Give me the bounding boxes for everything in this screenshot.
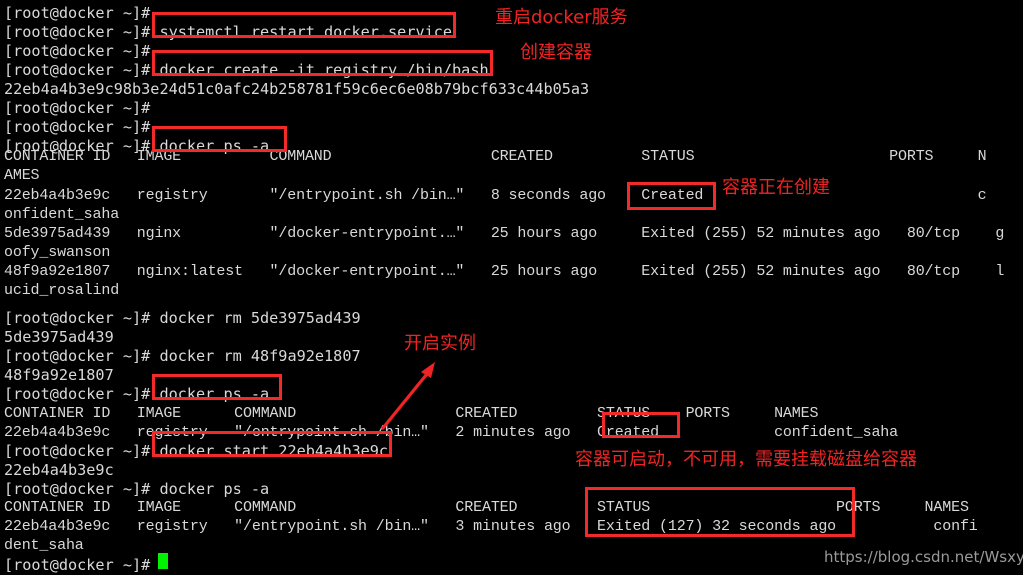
table-row: 22eb4a4b3e9c registry "/entrypoint.sh /b… — [4, 518, 978, 535]
annotation-container-creating: 容器正在创建 — [722, 177, 830, 198]
table-row: 5de3975ad439 nginx "/docker-entrypoint.…… — [4, 225, 1005, 242]
terminal-line: [root@docker ~]# — [4, 4, 151, 22]
terminal-line: [root@docker ~]# — [4, 42, 151, 60]
terminal-line: [root@docker ~]# docker start 22eb4a4b3e… — [4, 442, 389, 460]
watermark: https://blog.csdn.net/Wsxyi — [824, 548, 1023, 566]
terminal-line: [root@docker ~]# docker ps -a — [4, 385, 270, 403]
terminal-line: 48f9a92e1807 — [4, 366, 114, 384]
annotation-create-container: 创建容器 — [520, 42, 592, 63]
terminal-line: 5de3975ad439 — [4, 328, 114, 346]
terminal-line: [root@docker ~]# docker rm 48f9a92e1807 — [4, 347, 361, 365]
terminal-line: [root@docker ~]# — [4, 99, 151, 117]
terminal-line: [root@docker ~]# docker create -it regis… — [4, 61, 489, 79]
terminal-line: 22eb4a4b3e9c — [4, 461, 114, 479]
table-row-wrap: onfident_saha — [4, 206, 120, 223]
terminal-cursor — [158, 553, 168, 569]
annotation-start-instance: 开启实例 — [404, 333, 476, 354]
container-table-header: CONTAINER ID IMAGE COMMAND CREATED STATU… — [4, 148, 987, 165]
terminal-window: [root@docker ~]# [root@docker ~]# system… — [0, 0, 1023, 575]
annotation-restart-docker-service: 重启docker服务 — [495, 7, 628, 28]
terminal-line: [root@docker ~]# docker ps -a — [4, 480, 270, 498]
terminal-output: [root@docker ~]# [root@docker ~]# system… — [0, 0, 1023, 575]
table-row: 22eb4a4b3e9c registry "/entrypoint.sh /b… — [4, 187, 987, 204]
terminal-prompt-line: [root@docker ~]# — [4, 556, 151, 574]
container-table-header-wrap: AMES — [4, 167, 40, 184]
terminal-line: 22eb4a4b3e9c98b3e24d51c0afc24b258781f59c… — [4, 80, 590, 98]
table-row-wrap: ucid_rosalind — [4, 282, 120, 299]
table-row: 22eb4a4b3e9c registry "/entrypoint.sh /b… — [4, 424, 898, 441]
table-row: 48f9a92e1807 nginx:latest "/docker-entry… — [4, 263, 1005, 280]
annotation-container-startable: 容器可启动，不可用，需要挂载磁盘给容器 — [575, 449, 917, 470]
container-table-header: CONTAINER ID IMAGE COMMAND CREATED STATU… — [4, 499, 969, 516]
table-row-wrap: oofy_swanson — [4, 244, 111, 261]
table-row-wrap: dent_saha — [4, 537, 84, 554]
terminal-line: [root@docker ~]# docker rm 5de3975ad439 — [4, 309, 361, 327]
terminal-line: [root@docker ~]# systemctl restart docke… — [4, 23, 453, 41]
terminal-line: [root@docker ~]# — [4, 118, 151, 136]
container-table-header: CONTAINER ID IMAGE COMMAND CREATED STATU… — [4, 405, 819, 422]
